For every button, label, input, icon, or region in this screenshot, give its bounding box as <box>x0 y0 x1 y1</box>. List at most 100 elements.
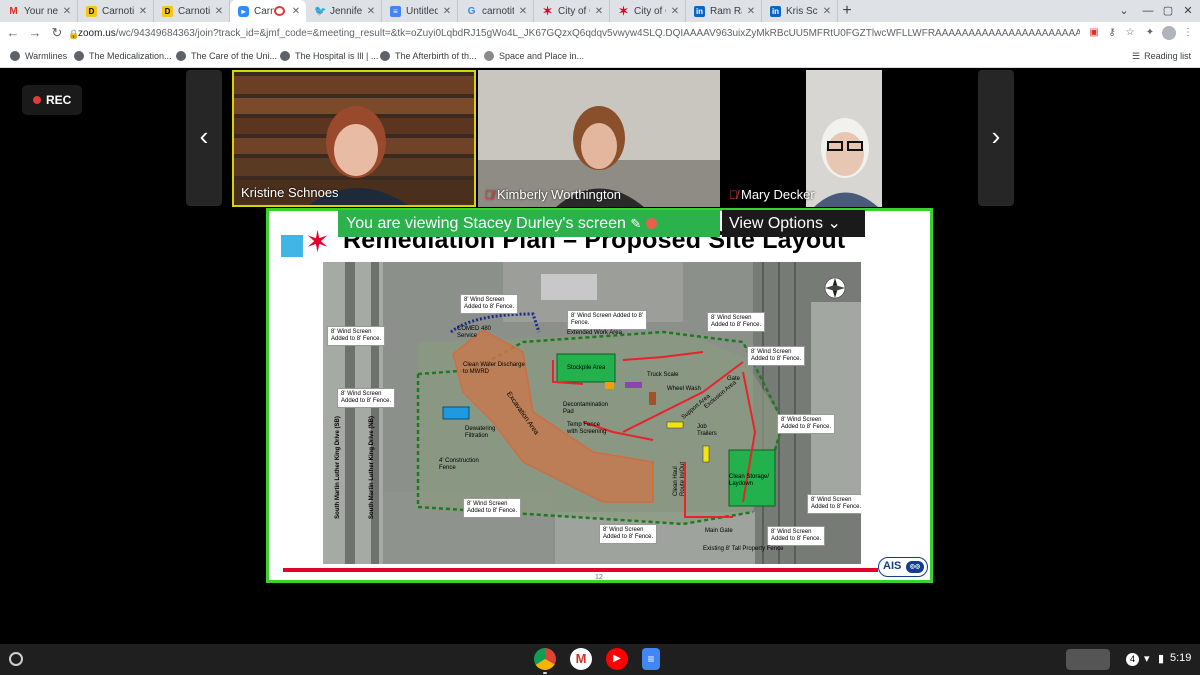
status-dot-icon <box>645 218 657 230</box>
status-tray[interactable]: 4 ▾ ▮ 5:19 <box>1064 649 1194 670</box>
map-label-wheel-wash: Wheel Wash <box>667 386 701 392</box>
map-label-job-trailers: Job Trailers <box>697 424 717 437</box>
close-icon[interactable]: ✕ <box>61 6 73 17</box>
globe-icon <box>176 51 186 61</box>
map-callout: 8' Wind Screen Added to 8' Fence. <box>463 498 522 518</box>
record-dot-icon <box>33 96 41 104</box>
bookmark-label: Space and Place in... <box>499 51 585 61</box>
map-callout: 8' Wind Screen Added to 8' Fence. <box>807 494 861 514</box>
map-label-decon: Decontamination Pad <box>563 402 609 415</box>
battery-icon: ▮ <box>1158 653 1165 665</box>
site-layout-map: 8' Wind Screen Added to 8' Fence. 8' Wind… <box>323 262 861 564</box>
prev-page-arrow[interactable]: ‹ <box>186 70 222 206</box>
tab-title: City of C <box>634 5 666 17</box>
close-icon[interactable]: ✕ <box>669 6 681 17</box>
browser-tab[interactable]: 🐦 Jennifer ✕ <box>306 0 382 22</box>
screen-capture-thumbnail[interactable] <box>1066 649 1110 670</box>
map-label-mlk-sb: South Martin Luther King Drive (SB) <box>334 416 341 519</box>
participant-tile[interactable]: 🎙̸ Mary Decker <box>722 70 962 207</box>
close-window-icon[interactable]: ✕ <box>1180 3 1196 19</box>
rec-label: REC <box>46 93 72 107</box>
bookmark-item[interactable]: Space and Place in... <box>484 49 584 63</box>
participant-name-text: Kimberly Worthington <box>497 187 622 202</box>
close-icon[interactable]: ✕ <box>290 6 302 17</box>
next-page-arrow[interactable]: › <box>978 70 1014 206</box>
close-icon[interactable]: ✕ <box>213 6 225 17</box>
browser-tab[interactable]: D Carnotite ✕ <box>154 0 230 22</box>
new-tab-button[interactable]: + <box>838 2 856 20</box>
close-icon[interactable]: ✕ <box>821 6 833 17</box>
browser-tab[interactable]: D Carnotite ✕ <box>78 0 154 22</box>
participant-tile[interactable]: 🎙̸ Kimberly Worthington <box>478 70 720 207</box>
launcher-icon[interactable] <box>9 652 23 666</box>
browser-tab[interactable]: ≡ Untitled ✕ <box>382 0 458 22</box>
browser-tab[interactable]: in Ram Ra ✕ <box>686 0 762 22</box>
map-callout: 8' Wind Screen Added to 8' Fence. <box>599 524 658 544</box>
docs-icon: ≡ <box>390 5 401 17</box>
d-icon: D <box>162 5 173 17</box>
map-label-comed: COMED 480 Service <box>457 326 492 339</box>
chicago-star-icon: ✶ <box>542 3 553 18</box>
chevron-down-icon: ⌄ <box>827 215 841 232</box>
map-callout: 8' Wind Screen Added to 8' Fence. <box>767 526 826 546</box>
shared-screen: ✶ Remediation Plan – Proposed Site Layou… <box>266 208 933 583</box>
blocked-popup-icon[interactable]: ▣ <box>1086 25 1102 41</box>
close-icon[interactable]: ✕ <box>441 6 453 17</box>
bookmark-item[interactable]: The Medicalization... <box>74 49 172 63</box>
bookmark-item[interactable]: The Hospital is Ill | ... <box>280 49 378 63</box>
logo-text: AIS <box>883 560 902 572</box>
close-icon[interactable]: ✕ <box>137 6 149 17</box>
participant-tile[interactable]: Kristine Schnoes <box>232 70 476 207</box>
annotate-pen-icon[interactable]: ✎ <box>630 216 641 231</box>
slide-page-number: 12 <box>595 574 603 581</box>
menu-dots-icon[interactable]: ⋮ <box>1180 25 1196 41</box>
bookmark-item[interactable]: The Afterbirth of th... <box>380 49 477 63</box>
back-icon[interactable]: ← <box>4 24 22 42</box>
reading-list-button[interactable]: ☰ Reading list <box>1132 49 1191 63</box>
youtube-icon[interactable]: ▶ <box>606 648 628 670</box>
address-bar[interactable]: zoom.us/wc/94349684363/join?track_id=&jm… <box>78 26 1080 41</box>
key-icon[interactable]: ⚷ <box>1104 25 1120 41</box>
chrome-icon[interactable] <box>534 648 556 674</box>
zoom-meeting-view: REC ‹ › Kristine Schnoes 🎙̸ Kimberly Wort… <box>0 69 1200 644</box>
google-icon: G <box>467 5 476 17</box>
tab-title: Carn <box>254 5 274 17</box>
minimize-icon[interactable]: — <box>1140 3 1156 19</box>
extensions-icon[interactable]: ✦ <box>1142 25 1158 41</box>
browser-tab[interactable]: ✶ City of C ✕ <box>610 0 686 22</box>
forward-icon[interactable]: → <box>26 24 44 42</box>
tab-title: Untitled <box>406 5 438 17</box>
bookmark-item[interactable]: The Care of the Uni... <box>176 49 277 63</box>
maximize-icon[interactable]: ▢ <box>1160 3 1176 19</box>
bookmark-item[interactable]: Warmlines <box>10 49 67 63</box>
bookmark-label: The Afterbirth of th... <box>395 51 477 61</box>
close-icon[interactable]: ✕ <box>365 6 377 17</box>
close-icon[interactable]: ✕ <box>517 6 529 17</box>
browser-tab[interactable]: M Your next ✕ <box>0 0 78 22</box>
profile-avatar[interactable] <box>1162 26 1176 40</box>
wifi-icon: ▾ <box>1144 653 1150 665</box>
bookmark-star-icon[interactable]: ☆ <box>1122 25 1138 41</box>
map-label-truck-scale: Truck Scale <box>647 372 679 378</box>
map-label-temp-fence: Temp Fence with Screening <box>567 422 607 435</box>
reload-icon[interactable]: ↻ <box>48 24 66 42</box>
slide-footer-bar <box>283 568 878 572</box>
browser-tab[interactable]: in Kris Sch ✕ <box>762 0 838 22</box>
browser-tab-active[interactable]: ▸ Carn ✕ <box>230 0 306 22</box>
gmail-icon[interactable]: M <box>570 648 592 670</box>
participant-name: 🎙̸ Mary Decker <box>726 186 818 203</box>
gmail-icon: M <box>9 5 18 17</box>
browser-tab[interactable]: G carnotite ✕ <box>458 0 534 22</box>
browser-tab[interactable]: ✶ City of C ✕ <box>534 0 610 22</box>
tab-title: Kris Sch <box>786 5 818 17</box>
map-label-stockpile: Stockpile Area <box>567 365 606 371</box>
tab-search-icon[interactable]: ⌄ <box>1116 3 1132 19</box>
globe-icon <box>280 51 290 61</box>
close-icon[interactable]: ✕ <box>745 6 757 17</box>
close-icon[interactable]: ✕ <box>593 6 605 17</box>
docs-icon[interactable]: ≡ <box>642 648 660 670</box>
view-options-button[interactable]: View Options ⌄ <box>722 210 865 237</box>
d-icon: D <box>86 5 97 17</box>
map-callout: 8' Wind Screen Added to 8' Fence. <box>337 388 396 408</box>
bookmark-label: The Hospital is Ill | ... <box>295 51 379 61</box>
